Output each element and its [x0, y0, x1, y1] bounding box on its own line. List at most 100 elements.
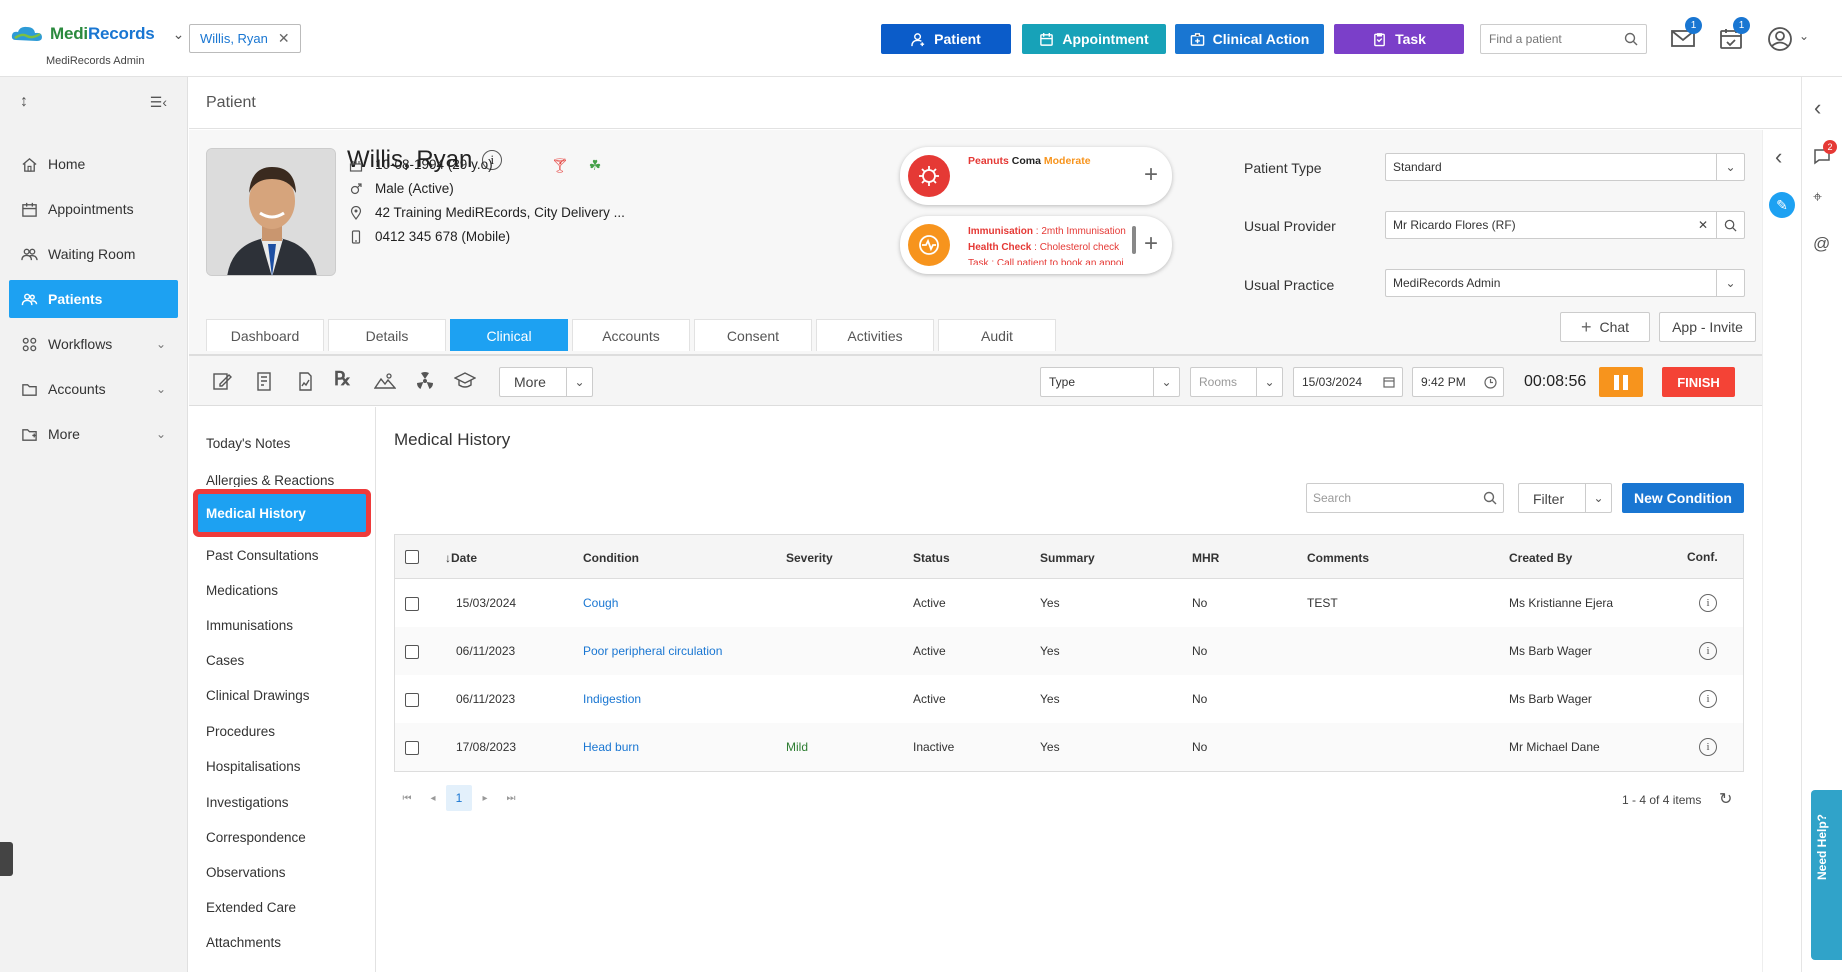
- chevron-down-icon[interactable]: ⌄: [1585, 484, 1611, 512]
- table-row[interactable]: 17/08/2023 Head burn Mild Inactive Yes N…: [395, 723, 1743, 771]
- nav-patients[interactable]: Patients: [9, 280, 178, 318]
- side-drawer-handle[interactable]: [0, 842, 13, 876]
- new-appointment-button[interactable]: Appointment: [1022, 24, 1166, 54]
- row-checkbox[interactable]: [405, 597, 419, 611]
- col-comments[interactable]: Comments: [1307, 551, 1369, 565]
- new-patient-button[interactable]: Patient: [881, 24, 1011, 54]
- row-checkbox[interactable]: [405, 645, 419, 659]
- rooms-select[interactable]: Rooms ⌄: [1190, 367, 1283, 397]
- clinical-action-button[interactable]: Clinical Action: [1175, 24, 1324, 54]
- tasks-icon[interactable]: 1: [1718, 17, 1750, 52]
- tab-details[interactable]: Details: [328, 319, 446, 351]
- filter-button[interactable]: Filter ⌄: [1518, 483, 1612, 513]
- info-icon[interactable]: i: [1699, 738, 1717, 756]
- chat-bubble-icon[interactable]: 2: [1813, 140, 1837, 168]
- table-row[interactable]: 06/11/2023 Poor peripheral circulation A…: [395, 627, 1743, 675]
- time-picker[interactable]: 9:42 PM: [1412, 367, 1504, 397]
- expand-vertical-icon[interactable]: ↕: [20, 93, 28, 111]
- col-date[interactable]: ↓Date: [445, 551, 477, 565]
- menu-todays-notes[interactable]: Today's Notes: [206, 436, 290, 451]
- find-patient-input[interactable]: [1489, 32, 1619, 46]
- at-sign-icon[interactable]: @: [1813, 234, 1830, 254]
- tab-audit[interactable]: Audit: [938, 319, 1056, 351]
- nav-more[interactable]: More ⌄: [9, 415, 178, 453]
- row-checkbox[interactable]: [405, 693, 419, 707]
- menu-extended-care[interactable]: Extended Care: [206, 900, 296, 915]
- chevron-left-icon[interactable]: ‹: [1775, 144, 1782, 170]
- last-page-icon[interactable]: ⏭︎: [498, 785, 524, 811]
- find-patient-box[interactable]: [1480, 24, 1647, 54]
- app-invite-button[interactable]: App - Invite: [1659, 312, 1756, 342]
- chevron-down-icon[interactable]: ⌄: [1716, 270, 1744, 296]
- page-number-current[interactable]: 1: [446, 785, 472, 811]
- new-task-button[interactable]: Task: [1334, 24, 1464, 54]
- next-page-icon[interactable]: ▸: [472, 785, 498, 811]
- new-condition-button[interactable]: New Condition: [1622, 483, 1744, 513]
- education-icon[interactable]: [454, 370, 476, 392]
- radiation-icon[interactable]: [414, 370, 436, 392]
- prescription-doc-icon[interactable]: [253, 370, 275, 392]
- tab-consent[interactable]: Consent: [694, 319, 812, 351]
- close-icon[interactable]: ✕: [278, 30, 290, 47]
- tab-activities[interactable]: Activities: [816, 319, 934, 351]
- app-logo[interactable]: MediRecords ⌄: [10, 24, 184, 44]
- table-row[interactable]: 06/11/2023 Indigestion Active Yes No Ms …: [395, 675, 1743, 723]
- menu-procedures[interactable]: Procedures: [206, 724, 275, 739]
- menu-medications[interactable]: Medications: [206, 583, 278, 598]
- tag-icon[interactable]: ✎: [1769, 192, 1795, 218]
- first-page-icon[interactable]: ⏮︎: [394, 785, 420, 811]
- condition-search-input[interactable]: Search: [1306, 483, 1504, 513]
- menu-attachments[interactable]: Attachments: [206, 935, 281, 950]
- more-tools-select[interactable]: More ⌄: [499, 367, 593, 397]
- collapse-sidebar-icon[interactable]: ☰‹: [150, 94, 167, 111]
- menu-cases[interactable]: Cases: [206, 653, 244, 668]
- tab-dashboard[interactable]: Dashboard: [206, 319, 324, 351]
- chevron-down-icon[interactable]: ⌄: [1256, 368, 1282, 396]
- menu-medical-history[interactable]: Medical History: [198, 494, 366, 532]
- col-mhr[interactable]: MHR: [1192, 551, 1219, 565]
- menu-immunisations[interactable]: Immunisations: [206, 618, 293, 633]
- edit-note-icon[interactable]: [211, 370, 233, 392]
- chevron-down-icon[interactable]: ⌄: [1716, 154, 1744, 180]
- clock-icon[interactable]: [1477, 368, 1503, 396]
- row-condition-link[interactable]: Head burn: [583, 740, 639, 754]
- open-patient-chip[interactable]: Willis, Ryan ✕: [189, 24, 301, 53]
- row-condition-link[interactable]: Indigestion: [583, 692, 641, 706]
- prev-page-icon[interactable]: ◂: [420, 785, 446, 811]
- chevron-down-icon[interactable]: ⌄: [1153, 368, 1179, 396]
- menu-past-consultations[interactable]: Past Consultations: [206, 548, 319, 563]
- calendar-icon[interactable]: [1376, 368, 1402, 396]
- select-all-checkbox[interactable]: [405, 550, 419, 564]
- nav-appointments[interactable]: Appointments: [9, 190, 178, 228]
- usual-practice-select[interactable]: MediRecords Admin ⌄: [1385, 269, 1745, 297]
- user-menu[interactable]: ⌄: [1767, 26, 1809, 52]
- finish-button[interactable]: FINISH: [1662, 367, 1735, 397]
- scrollbar[interactable]: [1132, 226, 1136, 254]
- pin-icon[interactable]: ⌖: [1813, 189, 1822, 207]
- usual-provider-select[interactable]: Mr Ricardo Flores (RF) ✕: [1385, 211, 1745, 239]
- patient-type-select[interactable]: Standard ⌄: [1385, 153, 1745, 181]
- chevron-down-icon[interactable]: ⌄: [173, 26, 185, 43]
- col-created-by[interactable]: Created By: [1509, 551, 1572, 565]
- tab-accounts[interactable]: Accounts: [572, 319, 690, 351]
- info-icon[interactable]: i: [1699, 690, 1717, 708]
- menu-clinical-drawings[interactable]: Clinical Drawings: [206, 688, 310, 703]
- col-severity[interactable]: Severity: [786, 551, 833, 565]
- allergy-alert-card[interactable]: Peanuts Coma Moderate +: [900, 147, 1172, 205]
- chevron-left-icon[interactable]: ‹: [1814, 95, 1821, 121]
- add-allergy-icon[interactable]: +: [1144, 161, 1158, 189]
- table-row[interactable]: 15/03/2024 Cough Active Yes No TEST Ms K…: [395, 579, 1743, 627]
- nav-home[interactable]: Home: [9, 145, 178, 183]
- col-summary[interactable]: Summary: [1040, 551, 1095, 565]
- row-condition-link[interactable]: Cough: [583, 596, 618, 610]
- type-select[interactable]: Type ⌄: [1040, 367, 1180, 397]
- info-icon[interactable]: i: [1699, 594, 1717, 612]
- menu-observations[interactable]: Observations: [206, 865, 286, 880]
- rx-icon[interactable]: ℞: [334, 368, 356, 390]
- chat-button[interactable]: + Chat: [1560, 312, 1650, 342]
- row-condition-link[interactable]: Poor peripheral circulation: [583, 644, 722, 658]
- col-condition[interactable]: Condition: [583, 551, 639, 565]
- info-icon[interactable]: i: [1699, 642, 1717, 660]
- alcohol-glass-icon[interactable]: 🍸︎: [551, 157, 569, 174]
- menu-allergies-reactions[interactable]: Allergies & Reactions: [206, 473, 334, 487]
